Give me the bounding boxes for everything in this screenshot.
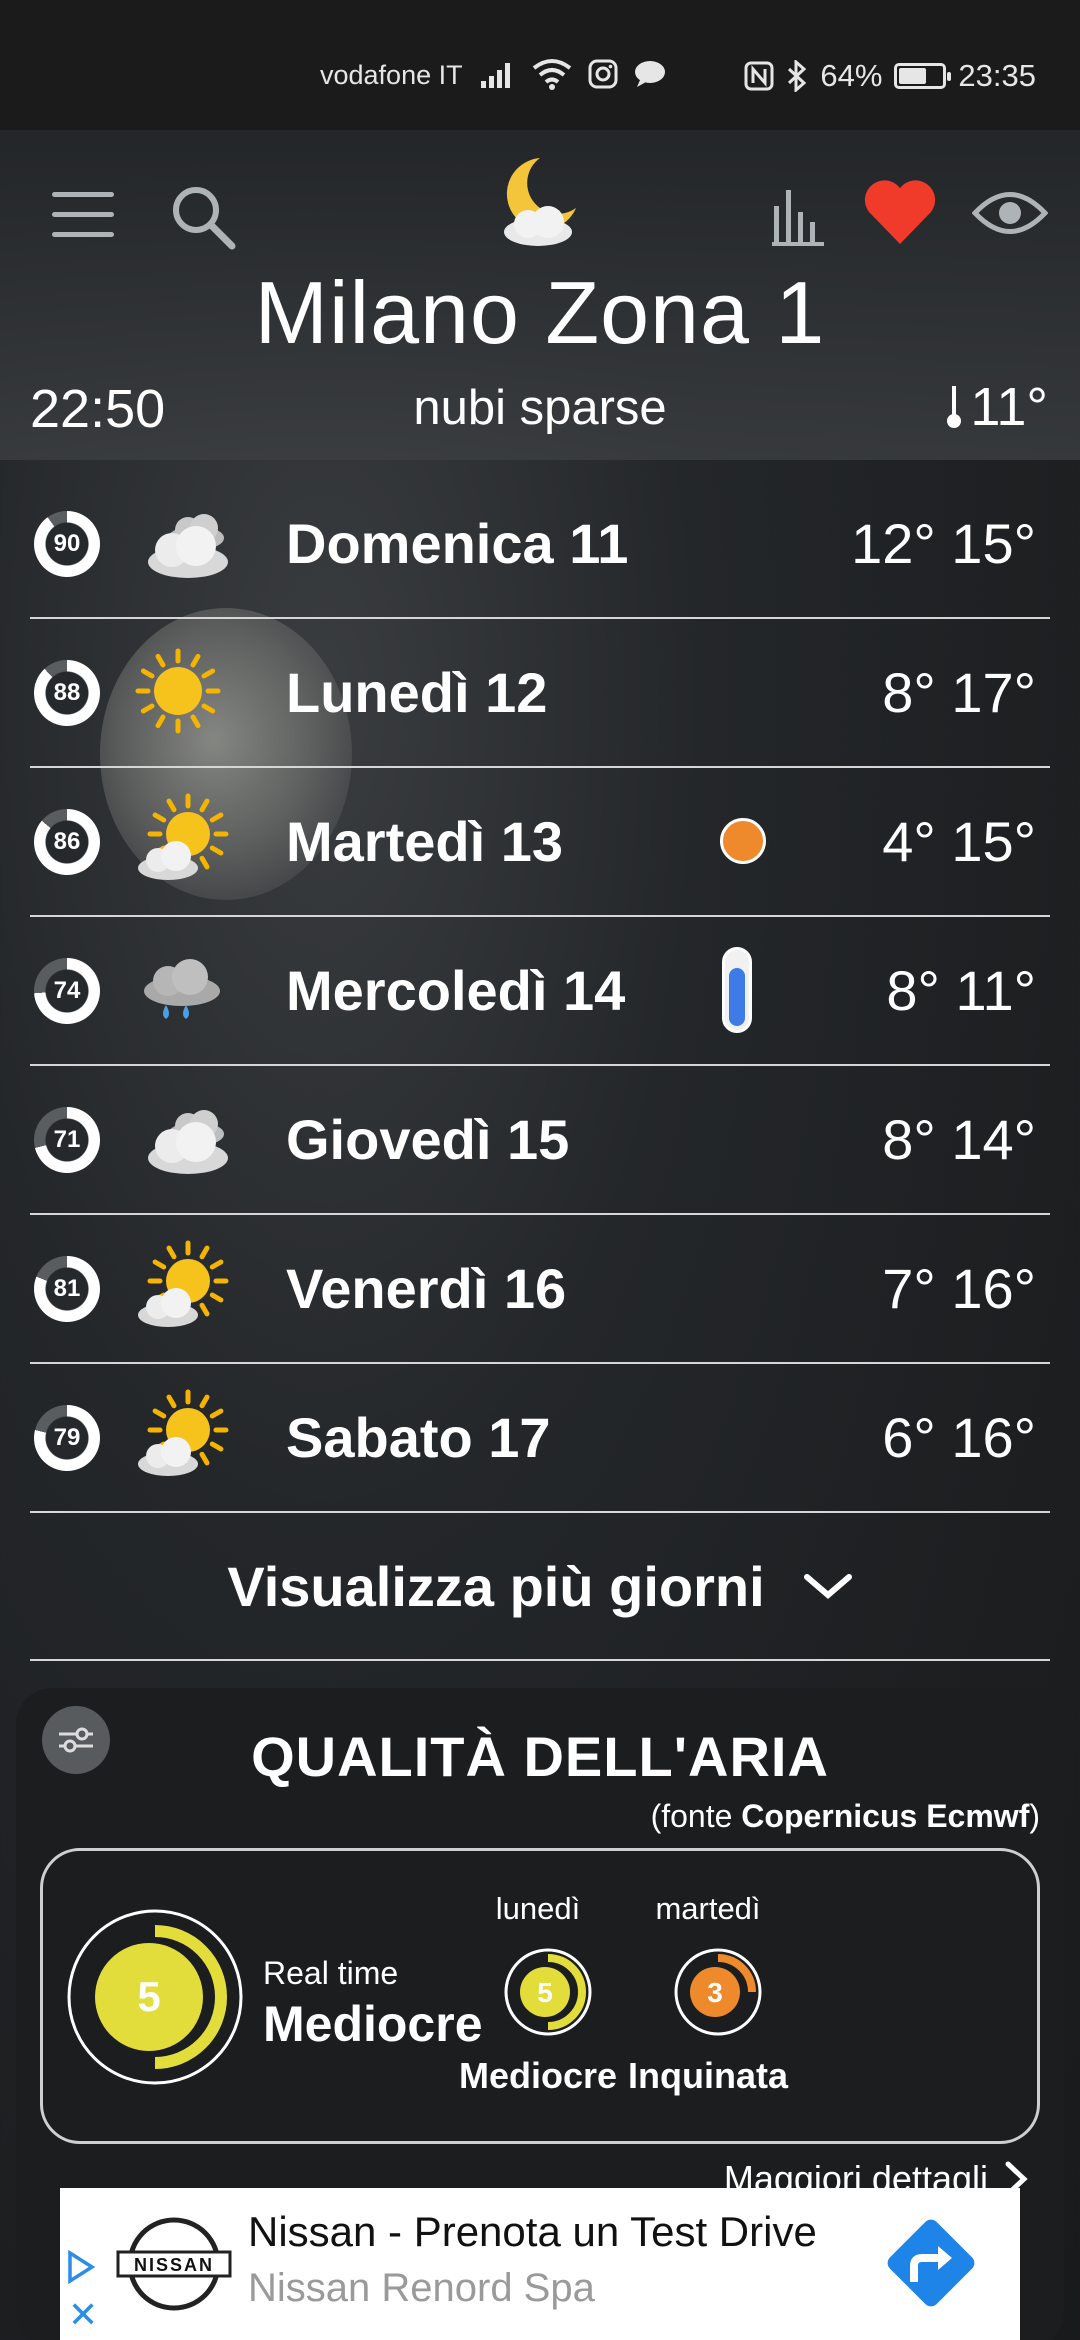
source-prefix: (fonte [650,1798,742,1834]
cloudy-icon [126,492,236,597]
ad-title[interactable]: Nissan - Prenota un Test Drive [248,2208,817,2256]
reliability-score: 71 [34,1106,100,1173]
cold-thermometer-icon [722,947,752,1033]
aq-day-status: Mediocre [458,2055,618,2096]
forecast-temps: 6° 16° [882,1406,1036,1469]
realtime-aqi-value: 5 [137,1973,160,2020]
source-name: Copernicus Ecmwf [741,1798,1030,1834]
cloudy-icon [126,1088,236,1193]
status-icons [480,58,666,90]
forecast-temps: 4° 15° [882,810,1036,873]
aq-day-gauge: 3 [674,1948,762,2036]
forecast-row[interactable]: 79 Sabato 17 6° 16° [30,1364,1050,1513]
ad-close-icon[interactable]: ✕ [68,2294,98,2336]
bluetooth-icon [788,60,807,92]
rain-icon [126,939,236,1044]
sunny-icon [126,641,236,746]
forecast-day: Domenica 11 [286,512,629,575]
nfc-icon [744,61,774,91]
location-header: Milano Zona 1 22:50 nubi sparse 11° [0,130,1080,460]
instagram-icon [588,59,618,89]
aq-day-status: Inquinata [628,2055,788,2096]
forecast-row[interactable]: 86 Martedì 13 4° 15° [30,768,1050,917]
forecast-row[interactable]: 88 Lunedì 12 8° 17° [30,619,1050,768]
observation-temperature: 11° [944,376,1048,438]
aq-day-label: martedì [655,1891,761,1926]
current-temperature: 11° [970,377,1048,437]
realtime-status: Mediocre [263,1996,483,2052]
adchoices-icon[interactable] [66,2250,96,2284]
status-right: 64% 23:35 [744,58,1036,94]
search-icon[interactable] [168,182,238,252]
reliability-score: 90 [34,510,100,577]
reliability-score: 86 [34,808,100,875]
directions-button[interactable] [876,2208,986,2318]
menu-icon[interactable] [52,192,114,242]
more-days-button[interactable]: Visualizza più giorni [30,1513,1050,1661]
aq-day-gauge: 5 [504,1948,592,2036]
reliability-score: 79 [34,1404,100,1471]
forecast-row[interactable]: 90 Domenica 11 12° 15° [30,470,1050,619]
forecast-temps: 8° 14° [882,1108,1036,1171]
source-suffix: ) [1029,1798,1040,1834]
reliability-score: 88 [34,659,100,726]
forecast-row[interactable]: 74 Mercoledì 14 8° 11° [30,917,1050,1066]
chart-icon[interactable] [768,182,828,248]
forecast-row[interactable]: 81 Venerdì 16 7° 16° [30,1215,1050,1364]
observation-description: nubi sparse [413,381,667,435]
ad-banner[interactable]: ✕ NISSAN Nissan - Prenota un Test Drive … [60,2188,1020,2340]
reliability-score: 81 [34,1255,100,1322]
partly-sunny-icon [126,1237,236,1342]
ad-logo-text: NISSAN [134,2255,214,2275]
wifi-icon [532,59,572,90]
forecast-day: Mercoledì 14 [286,959,626,1022]
carrier-label: vodafone IT [320,60,463,90]
ad-subtitle: Nissan Renord Spa [248,2266,595,2310]
partly-sunny-icon [126,1386,236,1491]
battery-icon [894,63,952,89]
reliability-score: 74 [34,957,100,1024]
moon-cloud-icon [504,158,576,246]
forecast-day: Giovedì 15 [286,1108,570,1171]
forecast-row[interactable]: 71 Giovedì 15 8° 14° [30,1066,1050,1215]
eye-icon[interactable] [972,188,1048,238]
realtime-label: Real time [263,1955,399,1991]
aq-day-label: lunedì [495,1891,581,1926]
message-icon [635,61,665,87]
forecast-list: 90 Domenica 11 12° 15° 88 Lunedì 12 8° 17° 8… [30,470,1050,1661]
signal-icon [481,63,510,88]
thermometer-icon [947,386,962,428]
forecast-day: Sabato 17 [286,1406,551,1469]
more-days-label: Visualizza più giorni [227,1554,765,1618]
forecast-temps: 8° 11° [886,959,1036,1022]
nissan-logo-icon: NISSAN [116,2217,232,2311]
chevron-down-icon [803,1574,852,1599]
air-quality-box[interactable]: 5 Real time Mediocre lunedì 5 Mediocre m… [40,1848,1040,2144]
partly-sunny-icon [126,790,236,895]
clock: 23:35 [958,58,1036,93]
status-bar: vodafone IT 64% 23:35 [0,0,1080,130]
forecast-day: Lunedì 12 [286,661,548,724]
air-quality-source: (fonte Copernicus Ecmwf) [651,1798,1040,1835]
realtime-aqi-gauge: 5 [67,1909,243,2085]
orange-dot-icon [720,818,766,864]
forecast-day: Martedì 13 [286,810,563,873]
battery-percent: 64% [820,58,883,93]
forecast-day: Venerdì 16 [286,1257,567,1320]
air-quality-title: QUALITÀ DELL'ARIA [251,1725,829,1788]
heart-icon[interactable] [862,178,938,248]
city-title[interactable]: Milano Zona 1 [0,262,1080,364]
forecast-temps: 8° 17° [882,661,1036,724]
forecast-temps: 7° 16° [882,1257,1036,1320]
forecast-temps: 12° 15° [851,512,1036,575]
aq-day-value: 3 [707,1977,723,2008]
aq-day-value: 5 [537,1977,553,2008]
